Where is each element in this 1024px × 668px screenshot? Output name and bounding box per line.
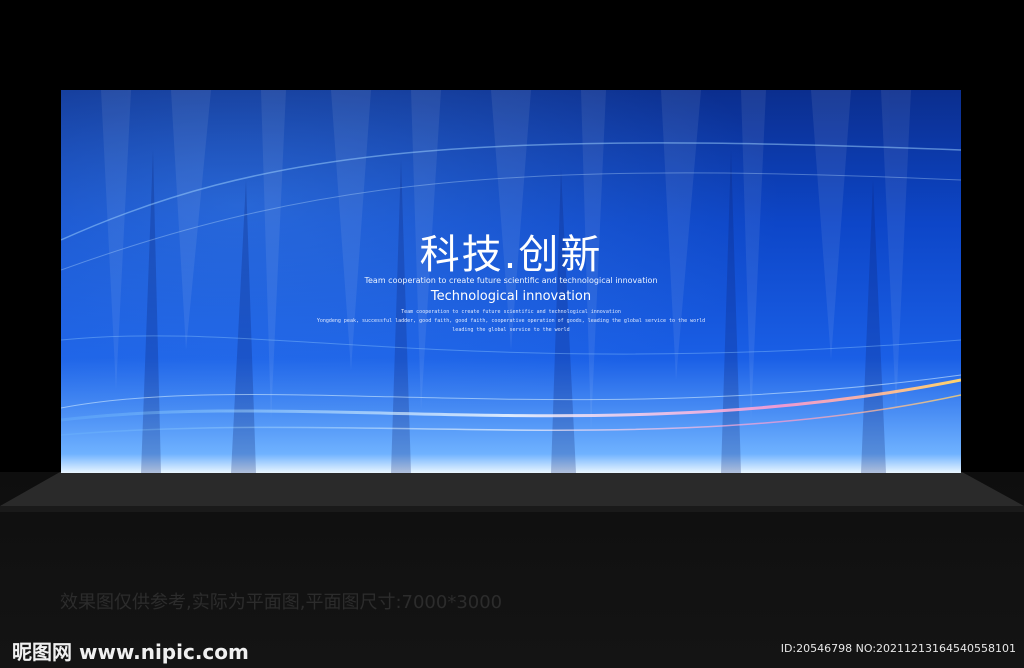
banner-tagline-main: Technological innovation (430, 289, 592, 304)
image-id-text: ID:20546798 NO:20211213164540558101 (780, 642, 1016, 655)
banner-body-line: leading the global service to the world (452, 327, 570, 333)
banner-body-line: Team cooperation to create future scient… (401, 309, 621, 315)
preview-caption: 效果图仅供参考,实际为平面图,平面图尺寸:7000*3000 (60, 592, 503, 613)
banner-tagline-small: Team cooperation to create future scient… (364, 276, 658, 285)
stage-edge (0, 506, 1024, 512)
watermark-bar: 昵图网 www.nipic.com ID:20546798 NO:2021121… (0, 632, 1024, 668)
stage-platform (0, 472, 1024, 506)
banner-body-line: Yongdeng peak, successful ladder, good f… (316, 318, 706, 324)
banner-board: 科技.创新 Team cooperation to create future … (61, 90, 961, 473)
nipic-logo: 昵图网 www.nipic.com (12, 640, 249, 664)
banner-title: 科技.创新 (419, 232, 603, 278)
